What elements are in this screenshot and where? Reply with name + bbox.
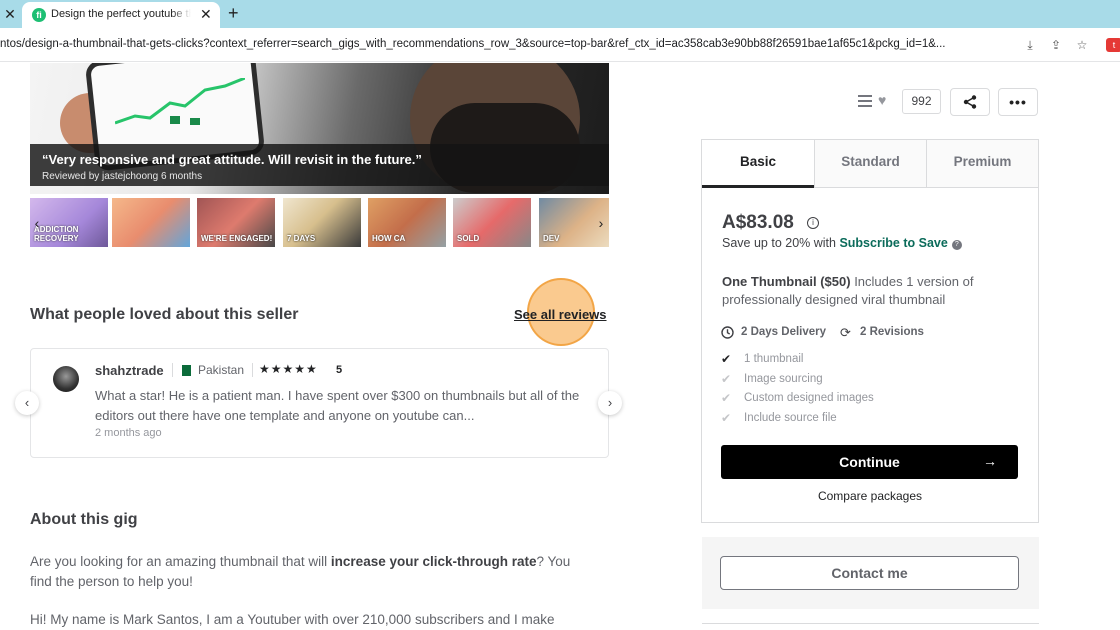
reviewer-name: shahztrade: [95, 363, 164, 378]
thumbnail[interactable]: SOLD: [453, 198, 531, 247]
browser-tab[interactable]: fi Design the perfect youtube thumbnail …: [22, 2, 220, 28]
review-date: 2 months ago: [95, 427, 162, 439]
thumbnail-label: SOLD: [457, 234, 480, 243]
share-button[interactable]: [950, 88, 990, 116]
delivery-time: 2 Days Delivery: [741, 326, 827, 338]
chevron-left-icon[interactable]: ‹: [15, 391, 39, 415]
feature-item: Image sourcing: [744, 373, 823, 385]
compare-packages-link[interactable]: Compare packages: [722, 489, 1018, 503]
package-price: A$83.08: [722, 212, 794, 233]
thumbnail-label: ADDICTION RECOVERY: [34, 225, 79, 243]
contact-me-button[interactable]: Contact me: [720, 556, 1019, 590]
thumbnail-label: HOW CA: [372, 234, 406, 243]
close-icon[interactable]: ✕: [200, 6, 212, 22]
browser-tab-bar: ✕ fi Design the perfect youtube thumbnai…: [0, 0, 1120, 28]
thumbnail[interactable]: HOW CA: [368, 198, 446, 247]
package-description: One Thumbnail ($50) Includes 1 version o…: [722, 273, 1022, 309]
feature-item: Custom designed images: [744, 392, 874, 404]
package-title: One Thumbnail ($50): [722, 274, 851, 289]
divider: [172, 363, 173, 377]
reviews-section-title: What people loved about this seller: [30, 306, 299, 323]
address-bar: ntos/design-a-thumbnail-that-gets-clicks…: [0, 28, 1120, 62]
see-all-reviews-link[interactable]: See all reviews: [514, 307, 607, 322]
star-icon[interactable]: ☆: [1074, 37, 1090, 53]
check-icon: ✔: [721, 352, 732, 366]
tab-standard[interactable]: Standard: [814, 140, 926, 188]
arrow-right-icon: →: [983, 453, 997, 469]
chevron-right-icon[interactable]: ›: [594, 215, 608, 231]
feature-item: 1 thumbnail: [744, 353, 804, 365]
extension-icon[interactable]: t: [1106, 38, 1120, 52]
feature-item: Include source file: [744, 412, 837, 424]
thumbnail-label: DEV: [543, 234, 560, 243]
review-quote: “Very responsive and great attitude. Wil…: [42, 152, 422, 167]
list-icon[interactable]: [858, 95, 872, 110]
continue-label: Continue: [839, 454, 900, 470]
review-text: What a star! He is a patient man. I have…: [95, 388, 580, 423]
divider: [252, 363, 253, 377]
thumbnail-label: 7 DAYS: [287, 234, 316, 243]
thumbnail-active[interactable]: 7 DAYS: [281, 196, 363, 249]
thumbnail[interactable]: WE'RE ENGAGED!: [197, 198, 275, 247]
more-options-button[interactable]: •••: [998, 88, 1038, 116]
divider: [702, 623, 1039, 624]
plus-icon[interactable]: +: [228, 3, 239, 23]
about-paragraph: Hi! My name is Mark Santos, I am a Youtu…: [30, 612, 555, 627]
tab-title: Design the perfect youtube thumbnail: [51, 8, 191, 20]
about-emphasis: increase your click-through rate: [330, 554, 537, 569]
tab-basic[interactable]: Basic: [702, 140, 814, 188]
more-icon: •••: [1009, 94, 1027, 110]
help-icon[interactable]: ?: [951, 240, 962, 250]
review-quote-author: Reviewed by jastejchoong 6 months: [42, 171, 203, 182]
subscribe-save-line: Save up to 20% with Subscribe to Save?: [722, 236, 962, 250]
hero-chart-graphic: [115, 78, 245, 125]
gallery-thumbnails: ADDICTION RECOVERY WE'RE ENGAGED! 7 DAYS…: [30, 196, 609, 249]
revisions-count: 2 Revisions: [860, 326, 924, 338]
chevron-left-icon[interactable]: ‹: [30, 215, 44, 231]
thumbnail-label: WE'RE ENGAGED!: [201, 234, 273, 243]
chevron-right-icon[interactable]: ›: [598, 391, 622, 415]
save-text: Save up to 20% with: [722, 236, 840, 250]
check-icon: ✔: [721, 391, 732, 405]
close-icon[interactable]: ✕: [3, 5, 17, 23]
about-gig-title: About this gig: [30, 511, 138, 528]
share-icon[interactable]: ⇪: [1048, 37, 1064, 53]
tab-premium[interactable]: Premium: [926, 140, 1038, 188]
star-rating-icon: ★★★★★: [259, 362, 318, 376]
pakistan-flag-icon: [179, 365, 191, 376]
url-field[interactable]: ntos/design-a-thumbnail-that-gets-clicks…: [0, 38, 1012, 50]
clock-icon: [721, 326, 734, 342]
reviewer-country: Pakistan: [198, 363, 245, 377]
share-icon: [963, 95, 977, 109]
continue-button[interactable]: Continue: [721, 445, 1018, 479]
refresh-icon: ⟳: [840, 325, 851, 340]
subscribe-to-save-link[interactable]: Subscribe to Save: [839, 236, 947, 250]
fiverr-favicon-icon: fi: [32, 8, 46, 22]
check-icon: ✔: [721, 411, 732, 425]
thumbnail[interactable]: [112, 198, 190, 247]
rating-value: 5: [336, 364, 343, 376]
check-icon: ✔: [721, 372, 732, 386]
download-icon[interactable]: ⤓: [1022, 37, 1038, 53]
about-text: Are you looking for an amazing thumbnail…: [30, 554, 331, 569]
heart-icon[interactable]: ♥: [878, 92, 886, 108]
about-paragraph: Are you looking for an amazing thumbnail…: [30, 552, 590, 592]
package-tabs: Basic Standard Premium: [702, 140, 1038, 188]
saved-count: 992: [902, 89, 941, 114]
info-icon[interactable]: i: [807, 217, 819, 229]
avatar: [53, 366, 79, 392]
